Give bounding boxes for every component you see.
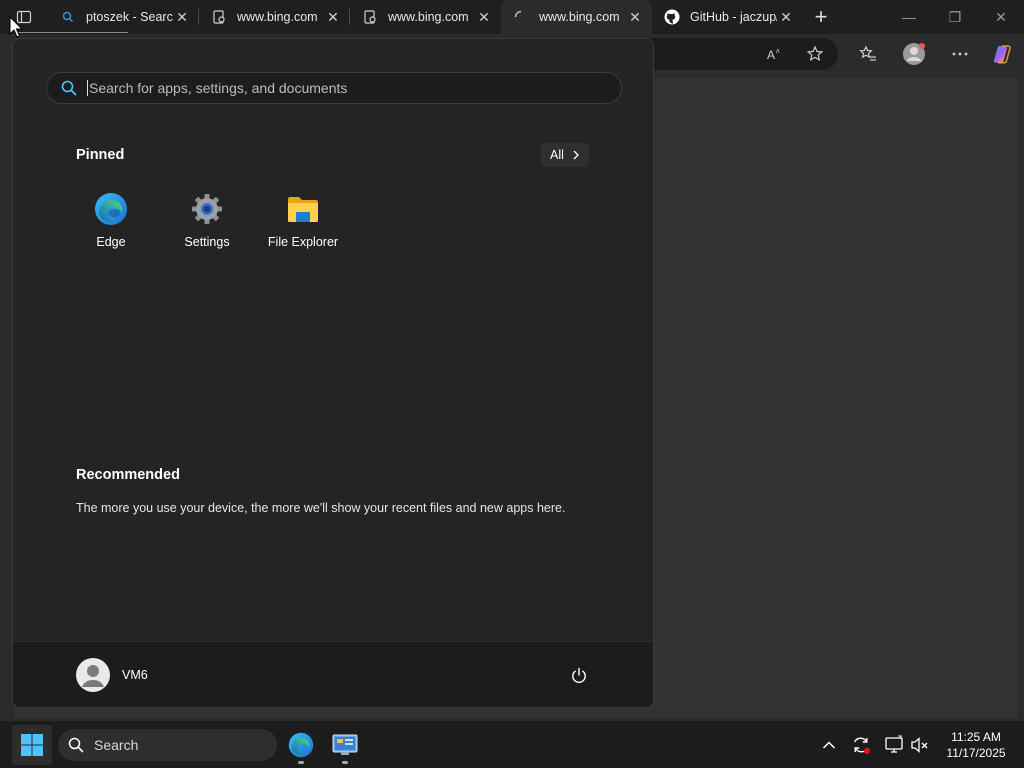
svg-text:ʌ: ʌ [776, 48, 780, 55]
tab-github[interactable]: GitHub - jaczup/ ✕ [652, 0, 803, 34]
bing-search-icon [60, 9, 76, 25]
taskbar-search-box[interactable]: Search [58, 729, 277, 761]
pinned-app-settings[interactable]: Settings [159, 187, 255, 257]
recommended-title: Recommended [76, 467, 180, 483]
tab-close-icon[interactable]: ✕ [475, 8, 493, 26]
taskbar: Search 11:25 AM 11/17/2025 [0, 720, 1024, 768]
running-indicator [342, 761, 348, 764]
tab-title: www.bing.com [388, 10, 469, 24]
user-account-button[interactable]: VM6 [76, 658, 148, 692]
page-icon [362, 9, 378, 25]
start-menu: Pinned All Edge [12, 38, 654, 708]
recommended-empty-text: The more you use your device, the more w… [76, 501, 566, 515]
pinned-apps-grid: Edge Settings File Explorer [63, 187, 351, 257]
user-name: VM6 [122, 668, 148, 682]
taskbar-app-edge[interactable] [281, 725, 321, 765]
svg-text:A: A [767, 48, 775, 62]
all-apps-label: All [550, 148, 564, 162]
show-hidden-icons-chevron[interactable] [817, 733, 841, 757]
windows-logo-icon [21, 734, 43, 756]
volume-muted-icon[interactable] [908, 733, 932, 757]
loading-spinner-icon [513, 9, 529, 25]
clock-time: 11:25 AM [951, 730, 1001, 744]
tab-close-icon[interactable]: ✕ [626, 8, 644, 26]
app-label: Settings [184, 235, 230, 249]
system-clock[interactable]: 11:25 AM 11/17/2025 [940, 729, 1012, 761]
window-controls: — ❐ ✕ [886, 0, 1024, 34]
folder-icon [285, 191, 321, 227]
tab-close-icon[interactable]: ✕ [173, 8, 191, 26]
update-icon[interactable] [849, 733, 873, 757]
github-icon [664, 9, 680, 25]
all-apps-button[interactable]: All [541, 143, 589, 167]
app-label: Edge [96, 235, 126, 249]
start-menu-footer: VM6 [13, 641, 653, 707]
tab-bing-2[interactable]: www.bing.com ✕ [350, 0, 501, 34]
edge-icon [288, 732, 314, 758]
desktop: ptoszek - Search ✕ www.bing.com ✕ www.bi… [0, 0, 1024, 768]
power-button[interactable] [569, 666, 589, 686]
favorites-icon[interactable] [856, 42, 880, 66]
pinned-app-edge[interactable]: Edge [63, 187, 159, 257]
tab-bing-1[interactable]: www.bing.com ✕ [199, 0, 350, 34]
tab-ptoszek-search[interactable]: ptoszek - Search ✕ [48, 0, 199, 34]
avatar [76, 658, 110, 692]
mouse-pointer-icon [9, 16, 23, 38]
pinned-title: Pinned [76, 147, 125, 163]
tab-close-icon[interactable]: ✕ [777, 8, 795, 26]
text-caret [87, 80, 88, 96]
tab-title: www.bing.com [237, 10, 318, 24]
edge-icon [93, 191, 129, 227]
copilot-icon[interactable] [990, 42, 1014, 66]
restore-button[interactable]: ❐ [932, 0, 978, 34]
start-button[interactable] [12, 725, 52, 765]
tab-close-icon[interactable]: ✕ [324, 8, 342, 26]
tab-title: GitHub - jaczup/ [690, 10, 777, 24]
page-icon [211, 9, 227, 25]
tab-bing-3-active[interactable]: www.bing.com ✕ [501, 0, 652, 34]
app-label: File Explorer [267, 235, 339, 249]
start-search-input[interactable] [89, 80, 589, 96]
close-window-button[interactable]: ✕ [978, 0, 1024, 34]
tooltip-fragment [18, 32, 128, 38]
control-panel-icon [332, 734, 358, 755]
favorite-star-icon[interactable] [803, 42, 827, 66]
read-aloud-icon[interactable]: Aʌ [763, 42, 787, 66]
profile-icon[interactable] [902, 42, 926, 66]
settings-gear-icon [189, 191, 225, 227]
search-icon [61, 80, 77, 96]
more-icon[interactable] [948, 42, 972, 66]
tab-title: www.bing.com [539, 10, 620, 24]
taskbar-search-label: Search [94, 737, 139, 753]
chevron-right-icon [573, 150, 579, 160]
new-tab-button[interactable]: + [803, 0, 839, 34]
minimize-button[interactable]: — [886, 0, 932, 34]
tab-title: ptoszek - Search [86, 10, 173, 24]
search-icon [68, 737, 84, 753]
pinned-app-file-explorer[interactable]: File Explorer [255, 187, 351, 257]
power-icon [572, 667, 586, 683]
tab-actions-button[interactable] [0, 0, 48, 34]
start-search-box[interactable] [46, 72, 622, 104]
network-icon[interactable] [882, 733, 906, 757]
taskbar-app-control-panel[interactable] [325, 725, 365, 765]
clock-date: 11/17/2025 [946, 746, 1006, 760]
browser-tab-strip: ptoszek - Search ✕ www.bing.com ✕ www.bi… [0, 0, 1024, 34]
running-indicator [298, 761, 304, 764]
